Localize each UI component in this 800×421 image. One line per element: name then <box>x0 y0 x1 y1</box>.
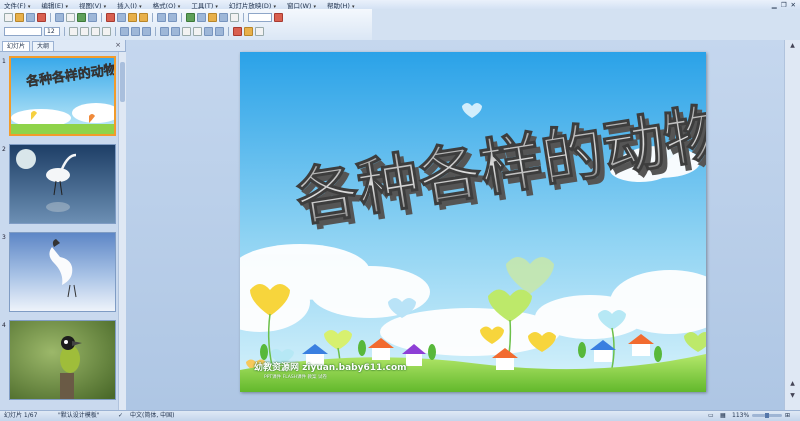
toolbar-separator <box>155 26 156 36</box>
print-icon[interactable] <box>55 12 64 22</box>
paste-icon[interactable] <box>128 12 137 22</box>
slide-watermark: 幼教资源网 ziyuan.baby611.com <box>254 363 407 373</box>
grid-icon[interactable] <box>219 12 228 22</box>
font-size-combo[interactable]: 12 <box>44 26 60 36</box>
insert-chart-icon[interactable] <box>186 12 195 22</box>
thumbnail-number: 1 <box>2 58 6 65</box>
italic-icon[interactable] <box>80 26 89 36</box>
thumbnail-4-preview <box>10 321 115 399</box>
toolbar-separator <box>50 12 51 22</box>
panel-scrollbar[interactable] <box>118 52 126 410</box>
shadow-icon[interactable] <box>102 26 111 36</box>
numbering-icon[interactable] <box>160 26 169 36</box>
slide-watermark-subtitle: PPT课件 FLASH课件 教案 试卷 <box>264 375 327 380</box>
decrease-indent-icon[interactable] <box>204 26 213 36</box>
minimize-icon[interactable]: ▁ <box>772 1 777 9</box>
close-icon[interactable]: ✕ <box>791 1 796 9</box>
align-right-icon[interactable] <box>142 26 151 36</box>
toolbar-separator <box>64 26 65 36</box>
copy-icon[interactable] <box>117 12 126 22</box>
research-icon[interactable] <box>88 12 97 22</box>
decrease-font-icon[interactable] <box>193 26 202 36</box>
open-icon[interactable] <box>15 12 24 22</box>
new-icon[interactable] <box>4 12 13 22</box>
toolbar-separator <box>152 12 153 22</box>
thumbnail-number: 4 <box>2 322 6 329</box>
zoom-slider[interactable] <box>752 413 782 418</box>
increase-font-icon[interactable] <box>182 26 191 36</box>
editor-scrollbar[interactable]: ▲ ▲ ▼ <box>784 40 800 410</box>
window-controls: ▁ ❐ ✕ <box>758 0 800 9</box>
help-icon[interactable] <box>274 12 283 22</box>
print-preview-icon[interactable] <box>66 12 75 22</box>
bullets-icon[interactable] <box>171 26 180 36</box>
font-name-combo[interactable] <box>4 26 42 36</box>
save-icon[interactable] <box>26 12 35 22</box>
thumbnail-list: 1 各种各样的动物 2 3 4 <box>0 52 118 410</box>
thumbnail-slide-3[interactable] <box>9 232 116 312</box>
thumbnail-3-preview <box>10 233 115 311</box>
cut-icon[interactable] <box>106 12 115 22</box>
thumbnail-slide-4[interactable] <box>9 320 116 400</box>
thumbnail-2-preview <box>10 145 115 223</box>
toolbar-separator <box>243 12 244 22</box>
restore-icon[interactable]: ❐ <box>781 1 787 9</box>
font-color-icon[interactable] <box>233 26 242 36</box>
new-slide-icon[interactable] <box>255 26 264 36</box>
thumbnail-number: 3 <box>2 234 6 241</box>
thumbnail-slide-1[interactable]: 各种各样的动物 <box>9 56 116 136</box>
thumbnail-slide-2[interactable] <box>9 144 116 224</box>
thumbnail-number: 2 <box>2 146 6 153</box>
status-bar: 幻灯片 1/67 "默认设计模板" ✓ 中文(简体, 中国) ▭ ▦ 113% … <box>0 410 800 421</box>
next-slide-icon[interactable]: ▼ <box>788 392 797 400</box>
color-grayscale-icon[interactable] <box>230 12 239 22</box>
insert-table-icon[interactable] <box>197 12 206 22</box>
underline-icon[interactable] <box>91 26 100 36</box>
slide-editor: 各种各样的动物 各种各样的动物 幼教资源网 ziyuan.baby611.com… <box>126 40 800 410</box>
align-left-icon[interactable] <box>120 26 129 36</box>
toolbar-separator <box>228 26 229 36</box>
toolbar-area: 12 <box>0 9 800 41</box>
insert-picture-icon[interactable] <box>208 12 217 22</box>
standard-toolbar <box>4 11 364 23</box>
redo-icon[interactable] <box>168 12 177 22</box>
thumbnail-1-preview: 各种各样的动物 <box>11 58 114 134</box>
slides-panel: 幻灯片 大纲 × 1 各种各样的动物 2 3 4 <box>0 40 126 410</box>
align-center-icon[interactable] <box>131 26 140 36</box>
toolbar-separator <box>181 12 182 22</box>
toolbar-empty-space <box>372 9 800 40</box>
toolbar-separator <box>115 26 116 36</box>
previous-slide-icon[interactable]: ▲ <box>788 380 797 388</box>
font-size-value: 12 <box>47 27 55 35</box>
permission-icon[interactable] <box>37 12 46 22</box>
increase-indent-icon[interactable] <box>215 26 224 36</box>
design-icon[interactable] <box>244 26 253 36</box>
formatting-toolbar: 12 <box>4 25 364 37</box>
scroll-up-icon[interactable]: ▲ <box>788 42 797 50</box>
panel-tabs: 幻灯片 大纲 × <box>0 40 125 52</box>
format-painter-icon[interactable] <box>139 12 148 22</box>
panel-close-icon[interactable]: × <box>115 41 121 49</box>
tab-outline[interactable]: 大纲 <box>32 41 55 51</box>
panel-scrollbar-thumb[interactable] <box>120 62 125 102</box>
undo-icon[interactable] <box>157 12 166 22</box>
spelling-icon[interactable] <box>77 12 86 22</box>
menu-bar: 文件(F) ▾ 编辑(E) ▾ 视图(V) ▾ 插入(I) ▾ 格式(O) ▾ 工具(T)… <box>0 0 800 10</box>
tab-slides[interactable]: 幻灯片 <box>2 41 31 51</box>
toolbar-separator <box>101 12 102 22</box>
slide-background: 各种各样的动物 各种各样的动物 <box>240 52 706 392</box>
zoom-combo[interactable] <box>248 12 272 22</box>
bold-icon[interactable] <box>69 26 78 36</box>
zoom-slider-knob[interactable] <box>765 413 769 418</box>
current-slide[interactable]: 各种各样的动物 各种各样的动物 幼教资源网 ziyuan.baby611.com… <box>240 52 706 392</box>
